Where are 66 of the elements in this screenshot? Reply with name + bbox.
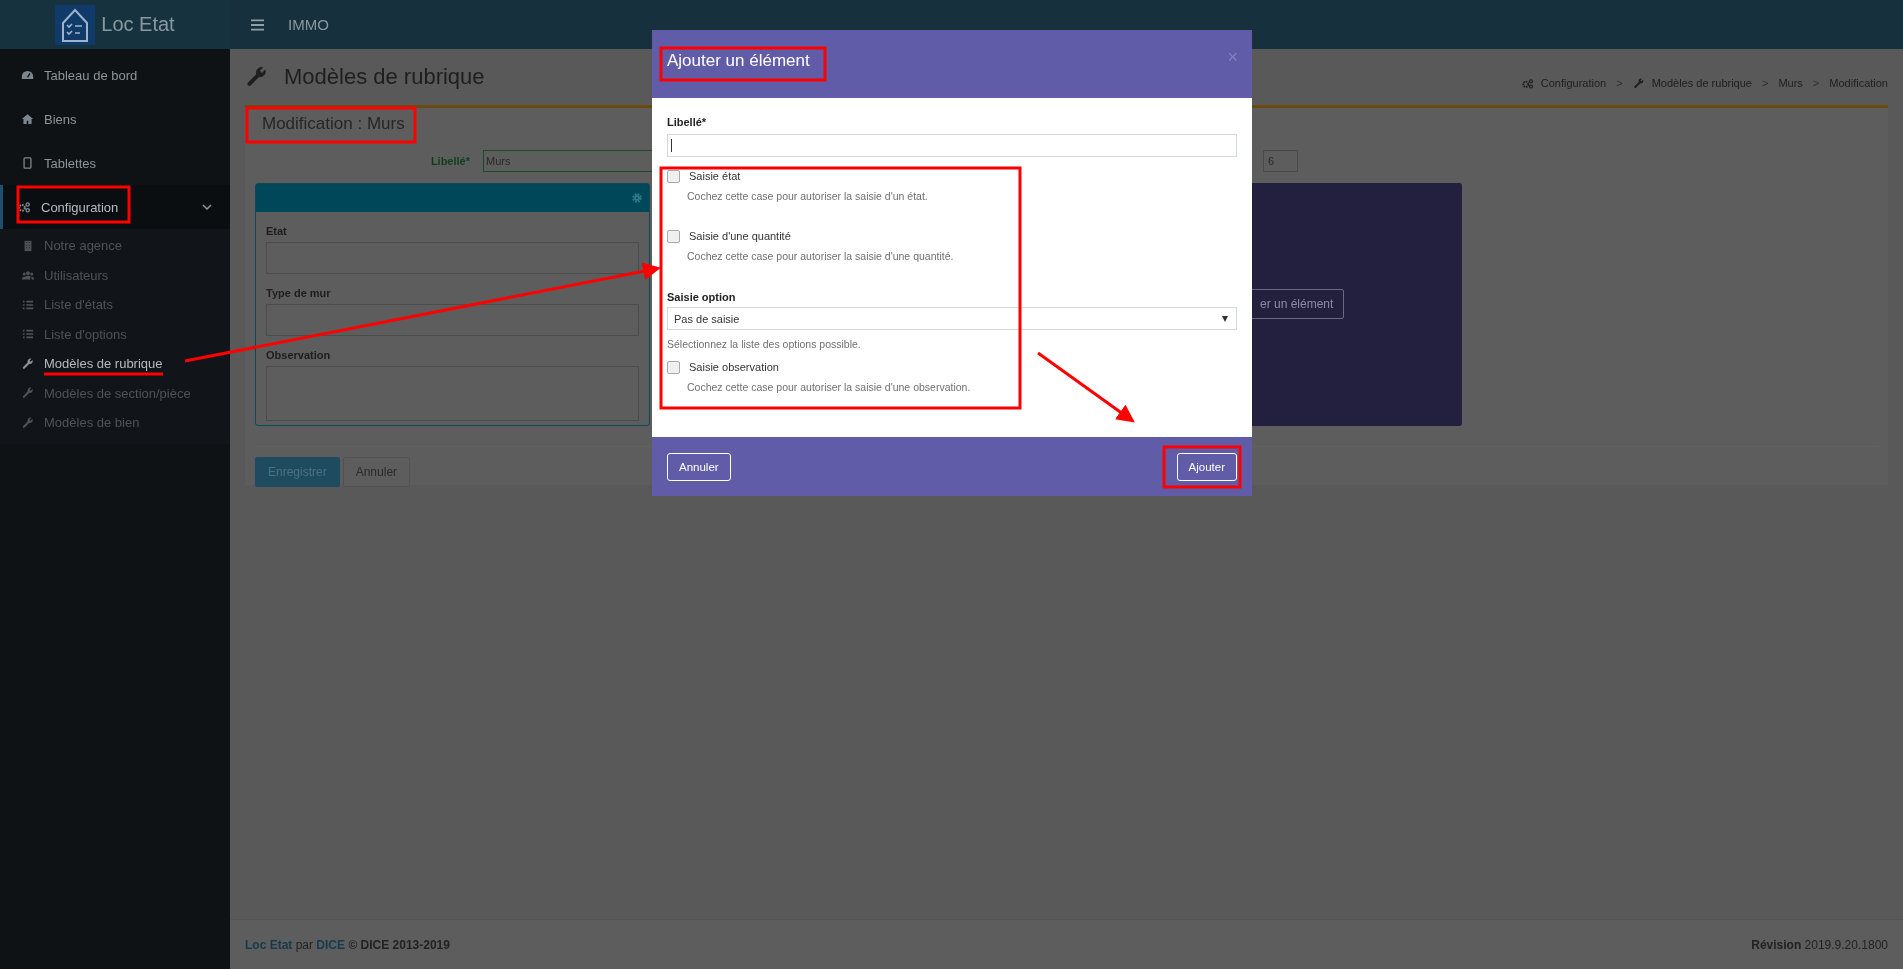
- checkbox-label: Saisie état: [689, 170, 741, 182]
- app-name: Loc Etat: [101, 13, 175, 36]
- list-icon: [22, 298, 34, 311]
- breadcrumb-item[interactable]: Modèles de rubrique: [1651, 77, 1752, 89]
- option-select[interactable]: Pas de saisie: [667, 307, 1237, 330]
- wrench-icon: [22, 357, 34, 370]
- help-text: Cochez cette case pour autoriser la saisie d'un état.: [687, 190, 929, 204]
- help-text: Sélectionnez la liste des options possible.: [667, 338, 862, 350]
- submenu-item[interactable]: Modèles de rubrique: [0, 349, 230, 379]
- submenu-item[interactable]: Notre agence: [0, 231, 230, 261]
- sidebar-item[interactable]: Configuration: [0, 185, 230, 229]
- app-link[interactable]: Loc Etat: [245, 937, 293, 952]
- field-label: Saisie option: [667, 291, 737, 303]
- wrench-icon: [1632, 77, 1645, 89]
- name-input[interactable]: [667, 134, 1237, 157]
- copyright-text: Loc Etat par DICE © DICE 2013-2019: [245, 937, 450, 952]
- breadcrumb-item: Modification: [1829, 77, 1888, 89]
- gears-icon: [18, 201, 31, 213]
- page-title: Modèles de rubrique: [284, 64, 485, 90]
- field-label: Etat: [266, 225, 287, 237]
- wrench-icon: [22, 387, 34, 400]
- checkbox-label: Saisie observation: [689, 361, 779, 373]
- field-label: Observation: [266, 349, 331, 361]
- submenu-item[interactable]: Modèles de section/pièce: [0, 378, 230, 408]
- sidebar-item[interactable]: Tablettes: [0, 141, 230, 185]
- input-field[interactable]: [266, 304, 639, 336]
- building-icon: [22, 239, 34, 252]
- tablet-icon: [21, 157, 34, 169]
- home-icon: [21, 113, 34, 125]
- submenu-item[interactable]: Liste d'options: [0, 319, 230, 349]
- gears-icon: [1521, 77, 1534, 89]
- cancel-button[interactable]: Annuler: [667, 452, 731, 481]
- help-text: Cochez cette case pour autoriser la saisie d'une quantité.: [687, 250, 955, 264]
- field-label: Libellé*: [429, 155, 470, 167]
- sidebar-item[interactable]: Biens: [0, 97, 230, 141]
- dialog-title: Ajouter un élément: [667, 51, 810, 71]
- breadcrumb-separator: >: [1811, 77, 1821, 89]
- sidebar-item[interactable]: Tableau de bord: [0, 53, 230, 97]
- dropdown-caret-icon: [1222, 316, 1228, 322]
- revision-text: Révision 2019.9.20.1800: [1751, 937, 1888, 952]
- help-text: Cochez cette case pour autoriser la saisie d'une observation.: [687, 381, 972, 395]
- submenu-item[interactable]: Liste d'états: [0, 290, 230, 320]
- close-button[interactable]: ×: [1227, 46, 1238, 68]
- wrench-icon: [246, 66, 268, 88]
- breadcrumb-separator: >: [1760, 77, 1770, 89]
- submenu-item[interactable]: Utilisateurs: [0, 260, 230, 290]
- checkbox[interactable]: [667, 360, 680, 374]
- breadcrumb-item[interactable]: Configuration: [1540, 77, 1607, 89]
- menu-icon[interactable]: [251, 18, 264, 31]
- list-icon: [22, 328, 34, 341]
- breadcrumb-separator: >: [1615, 77, 1624, 89]
- settings-icon[interactable]: [631, 192, 643, 204]
- add-button[interactable]: Ajouter: [1176, 452, 1237, 481]
- company-link[interactable]: DICE: [316, 937, 346, 952]
- users-icon: [22, 269, 34, 282]
- submenu-item[interactable]: Modèles de bien: [0, 408, 230, 438]
- wrench-icon: [22, 416, 34, 429]
- input-field[interactable]: [266, 242, 639, 274]
- checkbox[interactable]: [667, 229, 680, 243]
- dashboard-icon: [21, 69, 34, 81]
- text-cursor: [671, 139, 672, 152]
- section-title: IMMO: [288, 16, 329, 33]
- field-label: Type de mur: [266, 287, 331, 299]
- checkbox-label: Saisie d'une quantité: [689, 230, 791, 242]
- field-label: Libellé*: [667, 116, 708, 128]
- house-checklist-logo-icon: [55, 4, 96, 45]
